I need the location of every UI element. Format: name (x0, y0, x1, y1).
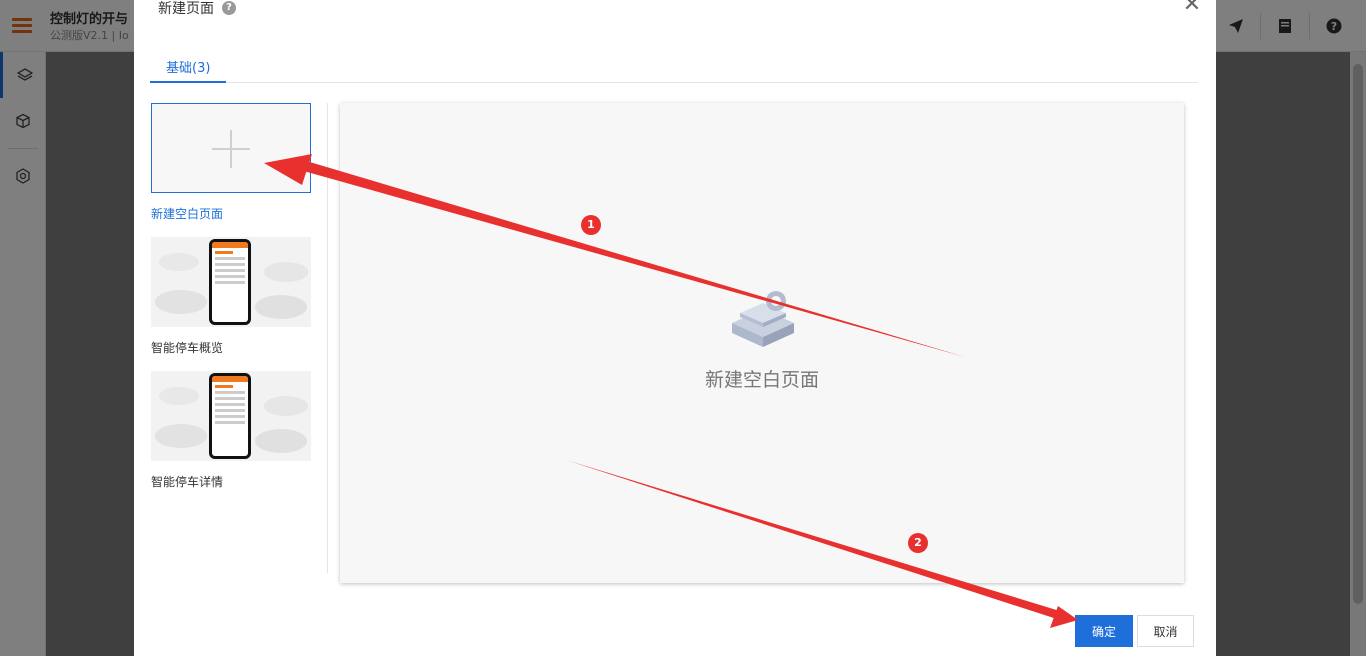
divider (327, 103, 328, 573)
template-list: 新建空白页面 智能停车概览 智能停车详情 (151, 103, 311, 499)
dialog-title: 新建页面 ? (158, 0, 236, 18)
template-item-parking-detail[interactable]: 智能停车详情 (151, 371, 311, 489)
tab-bar: 基础(3) (150, 50, 1198, 83)
template-label: 智能停车概览 (151, 341, 224, 355)
tab-basic[interactable]: 基础(3) (150, 50, 227, 83)
cancel-button[interactable]: 取消 (1137, 615, 1194, 647)
phone-mockup (209, 239, 251, 325)
close-icon[interactable]: ✕ (1182, 0, 1202, 16)
template-thumb-parking-overview[interactable] (151, 237, 311, 327)
template-item-blank[interactable]: 新建空白页面 (151, 103, 311, 221)
blank-page-illustration-icon (726, 289, 800, 349)
preview-title: 新建空白页面 (704, 369, 819, 391)
phone-mockup (209, 373, 251, 459)
template-label: 新建空白页面 (151, 207, 224, 221)
template-label: 智能停车详情 (151, 475, 224, 489)
template-item-parking-overview[interactable]: 智能停车概览 (151, 237, 311, 355)
template-thumb-blank[interactable] (151, 103, 311, 193)
help-icon[interactable]: ? (222, 1, 236, 15)
new-page-dialog: 新建页面 ? ✕ 基础(3) 新建空白页面 智能停车概览 智能停车详情 新建空白… (134, 0, 1216, 656)
annotation-badge-1: 1 (581, 215, 601, 235)
annotation-badge-2: 2 (908, 533, 928, 553)
template-preview: 新建空白页面 (340, 103, 1184, 583)
ok-button[interactable]: 确定 (1075, 615, 1133, 647)
dialog-title-text: 新建页面 (158, 1, 214, 17)
plus-icon (212, 130, 250, 168)
template-thumb-parking-detail[interactable] (151, 371, 311, 461)
